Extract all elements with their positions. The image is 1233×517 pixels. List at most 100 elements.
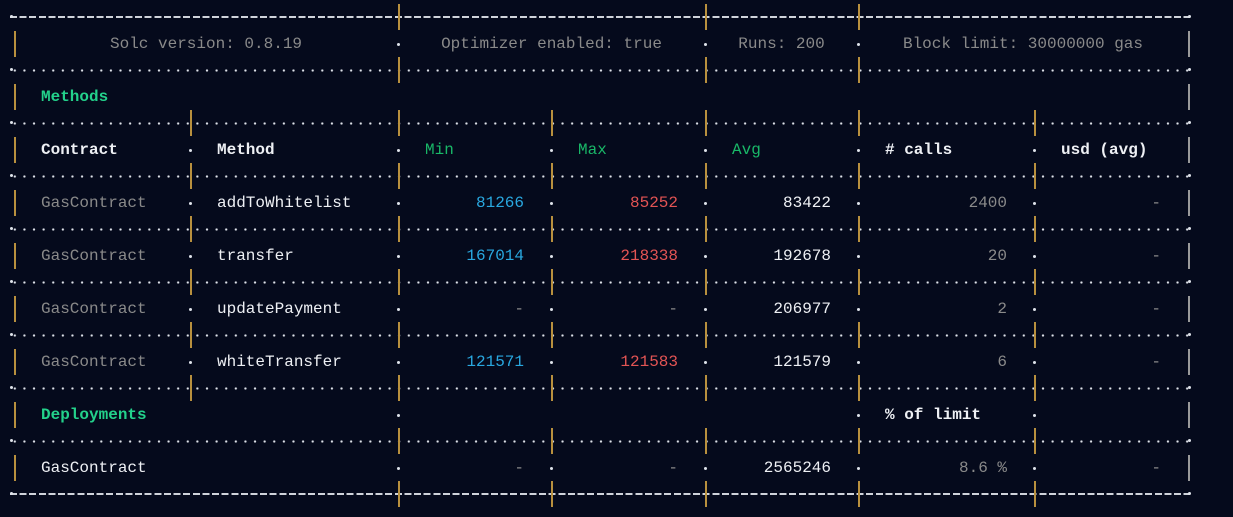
corner-dot <box>10 333 13 336</box>
deployment-contract: GasContract <box>41 458 147 477</box>
avg-gas: 121579 <box>773 352 831 371</box>
column-divider <box>551 322 553 348</box>
right-border <box>1188 348 1190 375</box>
dot-line <box>10 334 1193 337</box>
dash-line <box>10 493 1190 495</box>
dotted-separator <box>0 216 1233 242</box>
config-row: Solc version: 0.8.19 Optimizer enabled: t… <box>0 30 1233 57</box>
dotted-separator <box>0 163 1233 189</box>
min-gas: 81266 <box>475 193 524 212</box>
right-border <box>1188 401 1190 428</box>
block-limit: Block limit: 30000000 gas <box>902 34 1144 53</box>
corner-dot <box>1188 227 1191 230</box>
column-divider <box>398 481 400 507</box>
deployments-section-title: Deployments <box>41 405 147 424</box>
method-name: whiteTransfer <box>217 352 342 371</box>
header-percent-of-limit: % of limit <box>885 405 982 424</box>
column-divider <box>858 216 860 242</box>
column-divider <box>551 163 553 189</box>
column-divider <box>398 375 400 401</box>
corner-dot <box>10 15 13 18</box>
method-name: updatePayment <box>217 299 342 318</box>
column-divider <box>858 57 860 83</box>
column-divider <box>551 481 553 507</box>
column-divider <box>398 4 400 30</box>
max-gas: 85252 <box>629 193 678 212</box>
column-divider <box>190 110 192 136</box>
call-count: 20 <box>987 246 1007 265</box>
corner-dot <box>10 227 13 230</box>
corner-dot <box>1188 439 1191 442</box>
usd-avg: - <box>1151 246 1161 265</box>
solc-version: Solc version: 0.8.19 <box>109 34 303 53</box>
method-row: GasContract addToWhitelist 81266 85252 83422… <box>0 189 1233 216</box>
avg-gas: 206977 <box>773 299 831 318</box>
dot-line <box>10 387 1193 390</box>
contract-name: GasContract <box>41 352 147 371</box>
contract-name: GasContract <box>41 299 147 318</box>
method-row: GasContract updatePayment - - 206977 2 - <box>0 295 1233 322</box>
header-calls: # calls <box>885 140 953 159</box>
dot-line <box>10 228 1193 231</box>
column-divider <box>705 110 707 136</box>
dash-line <box>10 16 1190 18</box>
column-divider <box>705 322 707 348</box>
column-divider <box>705 375 707 401</box>
method-name: transfer <box>217 246 294 265</box>
runs: Runs: 200 <box>738 34 825 53</box>
usd-avg: - <box>1151 299 1161 318</box>
column-divider <box>398 57 400 83</box>
column-divider <box>190 216 192 242</box>
column-divider <box>705 163 707 189</box>
call-count: 2 <box>997 299 1007 318</box>
column-divider <box>858 375 860 401</box>
column-divider <box>1034 216 1036 242</box>
usd-avg: - <box>1151 352 1161 371</box>
corner-dot <box>1188 121 1191 124</box>
dot-line <box>10 440 1193 443</box>
column-divider <box>705 428 707 454</box>
corner-dot <box>10 439 13 442</box>
column-divider <box>1034 110 1036 136</box>
corner-dot <box>1188 492 1191 495</box>
right-border <box>1188 30 1190 57</box>
corner-dot <box>10 492 13 495</box>
methods-section-title: Methods <box>41 87 109 106</box>
column-divider <box>705 269 707 295</box>
column-divider <box>858 110 860 136</box>
column-divider <box>551 269 553 295</box>
corner-dot <box>1188 174 1191 177</box>
deploy-avg: 2565246 <box>763 458 831 477</box>
column-divider <box>190 375 192 401</box>
deploy-min: - <box>514 458 524 477</box>
column-divider <box>858 428 860 454</box>
column-divider <box>705 4 707 30</box>
column-divider <box>551 428 553 454</box>
dot-line <box>10 122 1193 125</box>
min-gas: 167014 <box>466 246 524 265</box>
column-divider <box>705 481 707 507</box>
max-gas: 218338 <box>620 246 678 265</box>
column-divider <box>1034 269 1036 295</box>
dotted-separator <box>0 269 1233 295</box>
column-divider <box>398 216 400 242</box>
corner-dot <box>1188 386 1191 389</box>
column-divider <box>1034 375 1036 401</box>
method-row: GasContract transfer 167014 218338 192678 20 - <box>0 242 1233 269</box>
column-divider <box>398 269 400 295</box>
column-divider <box>1034 322 1036 348</box>
call-count: 6 <box>997 352 1007 371</box>
header-usd: usd (avg) <box>1061 140 1148 159</box>
corner-dot <box>1188 68 1191 71</box>
column-divider <box>551 110 553 136</box>
min-gas: 121571 <box>466 352 524 371</box>
header-avg: Avg <box>732 140 761 159</box>
column-divider <box>858 322 860 348</box>
right-border <box>1188 242 1190 269</box>
column-divider <box>190 322 192 348</box>
dashed-border <box>0 4 1233 30</box>
column-divider <box>551 375 553 401</box>
contract-name: GasContract <box>41 193 147 212</box>
deployments-header-row: Deployments % of limit <box>0 401 1233 428</box>
method-row: GasContract whiteTransfer 121571 121583 1215… <box>0 348 1233 375</box>
